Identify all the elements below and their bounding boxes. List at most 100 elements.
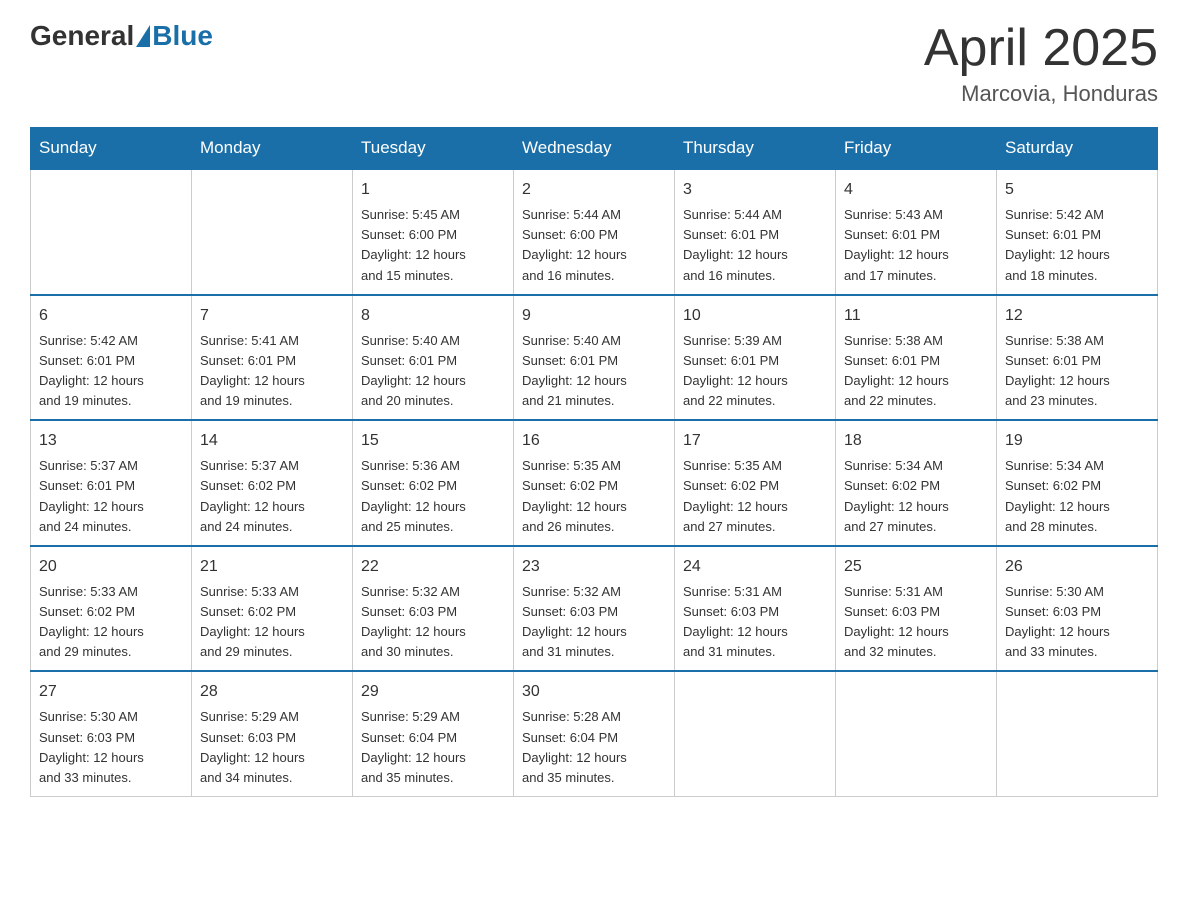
day-number: 22: [361, 555, 505, 579]
day-number: 25: [844, 555, 988, 579]
day-info: Sunrise: 5:35 AM Sunset: 6:02 PM Dayligh…: [522, 456, 666, 537]
header-saturday: Saturday: [997, 128, 1158, 170]
calendar-cell: [192, 169, 353, 295]
day-number: 14: [200, 429, 344, 453]
day-number: 29: [361, 680, 505, 704]
day-info: Sunrise: 5:32 AM Sunset: 6:03 PM Dayligh…: [522, 582, 666, 663]
calendar-cell: 11Sunrise: 5:38 AM Sunset: 6:01 PM Dayli…: [836, 295, 997, 421]
day-number: 9: [522, 304, 666, 328]
calendar-cell: 18 Sunrise: 5:34 AM Sunset: 6:02 PM Dayli…: [836, 420, 997, 546]
calendar-cell: 10Sunrise: 5:39 AM Sunset: 6:01 PM Dayli…: [675, 295, 836, 421]
day-number: 10: [683, 304, 827, 328]
header-monday: Monday: [192, 128, 353, 170]
day-info: Sunrise: 5:33 AM Sunset: 6:02 PM Dayligh…: [39, 582, 183, 663]
calendar-cell: [997, 671, 1158, 796]
calendar-cell: [675, 671, 836, 796]
page-header: General Blue April 2025 Marcovia, Hondur…: [30, 20, 1158, 107]
day-number: 12: [1005, 304, 1149, 328]
calendar-cell: 28 Sunrise: 5:29 AM Sunset: 6:03 PM Dayli…: [192, 671, 353, 796]
day-number: 30: [522, 680, 666, 704]
day-info: Sunrise: 5:34 AM Sunset: 6:02 PM Dayligh…: [1005, 456, 1149, 537]
day-info: Sunrise: 5:31 AM Sunset: 6:03 PM Dayligh…: [844, 582, 988, 663]
calendar-cell: 20 Sunrise: 5:33 AM Sunset: 6:02 PM Dayli…: [31, 546, 192, 672]
logo: General Blue: [30, 20, 213, 52]
day-info: Sunrise: 5:45 AM Sunset: 6:00 PM Dayligh…: [361, 205, 505, 286]
day-info: Sunrise: 5:38 AM Sunset: 6:01 PM Dayligh…: [844, 331, 988, 412]
calendar-cell: 12Sunrise: 5:38 AM Sunset: 6:01 PM Dayli…: [997, 295, 1158, 421]
week-row-3: 13 Sunrise: 5:37 AM Sunset: 6:01 PM Dayli…: [31, 420, 1158, 546]
day-info: Sunrise: 5:29 AM Sunset: 6:04 PM Dayligh…: [361, 707, 505, 788]
header-wednesday: Wednesday: [514, 128, 675, 170]
day-info: Sunrise: 5:43 AM Sunset: 6:01 PM Dayligh…: [844, 205, 988, 286]
calendar-cell: 27 Sunrise: 5:30 AM Sunset: 6:03 PM Dayli…: [31, 671, 192, 796]
day-info: Sunrise: 5:37 AM Sunset: 6:02 PM Dayligh…: [200, 456, 344, 537]
day-number: 3: [683, 178, 827, 202]
day-number: 16: [522, 429, 666, 453]
calendar-cell: 25 Sunrise: 5:31 AM Sunset: 6:03 PM Dayli…: [836, 546, 997, 672]
calendar-cell: 8Sunrise: 5:40 AM Sunset: 6:01 PM Daylig…: [353, 295, 514, 421]
week-row-2: 6 Sunrise: 5:42 AM Sunset: 6:01 PM Daylig…: [31, 295, 1158, 421]
day-number: 13: [39, 429, 183, 453]
calendar-cell: 14 Sunrise: 5:37 AM Sunset: 6:02 PM Dayli…: [192, 420, 353, 546]
day-info: Sunrise: 5:41 AM Sunset: 6:01 PM Dayligh…: [200, 331, 344, 412]
calendar-cell: 19 Sunrise: 5:34 AM Sunset: 6:02 PM Dayli…: [997, 420, 1158, 546]
week-row-1: 1 Sunrise: 5:45 AM Sunset: 6:00 PM Daylig…: [31, 169, 1158, 295]
calendar-cell: 9 Sunrise: 5:40 AM Sunset: 6:01 PM Daylig…: [514, 295, 675, 421]
day-number: 28: [200, 680, 344, 704]
day-number: 19: [1005, 429, 1149, 453]
week-row-5: 27 Sunrise: 5:30 AM Sunset: 6:03 PM Dayli…: [31, 671, 1158, 796]
day-info: Sunrise: 5:31 AM Sunset: 6:03 PM Dayligh…: [683, 582, 827, 663]
day-number: 7: [200, 304, 344, 328]
week-row-4: 20 Sunrise: 5:33 AM Sunset: 6:02 PM Dayli…: [31, 546, 1158, 672]
day-number: 23: [522, 555, 666, 579]
day-number: 18: [844, 429, 988, 453]
header-sunday: Sunday: [31, 128, 192, 170]
day-info: Sunrise: 5:28 AM Sunset: 6:04 PM Dayligh…: [522, 707, 666, 788]
day-number: 4: [844, 178, 988, 202]
calendar-cell: 30 Sunrise: 5:28 AM Sunset: 6:04 PM Dayli…: [514, 671, 675, 796]
calendar-cell: [31, 169, 192, 295]
day-number: 17: [683, 429, 827, 453]
day-info: Sunrise: 5:30 AM Sunset: 6:03 PM Dayligh…: [39, 707, 183, 788]
title-area: April 2025 Marcovia, Honduras: [924, 20, 1158, 107]
logo-triangle-icon: [136, 25, 150, 47]
calendar-cell: 6 Sunrise: 5:42 AM Sunset: 6:01 PM Daylig…: [31, 295, 192, 421]
day-info: Sunrise: 5:37 AM Sunset: 6:01 PM Dayligh…: [39, 456, 183, 537]
calendar-cell: 2 Sunrise: 5:44 AM Sunset: 6:00 PM Daylig…: [514, 169, 675, 295]
day-info: Sunrise: 5:36 AM Sunset: 6:02 PM Dayligh…: [361, 456, 505, 537]
day-info: Sunrise: 5:30 AM Sunset: 6:03 PM Dayligh…: [1005, 582, 1149, 663]
day-number: 1: [361, 178, 505, 202]
day-info: Sunrise: 5:44 AM Sunset: 6:00 PM Dayligh…: [522, 205, 666, 286]
day-number: 20: [39, 555, 183, 579]
calendar-subtitle: Marcovia, Honduras: [924, 81, 1158, 107]
calendar-cell: 23 Sunrise: 5:32 AM Sunset: 6:03 PM Dayli…: [514, 546, 675, 672]
day-info: Sunrise: 5:29 AM Sunset: 6:03 PM Dayligh…: [200, 707, 344, 788]
day-info: Sunrise: 5:35 AM Sunset: 6:02 PM Dayligh…: [683, 456, 827, 537]
day-number: 24: [683, 555, 827, 579]
day-number: 27: [39, 680, 183, 704]
calendar-cell: 15 Sunrise: 5:36 AM Sunset: 6:02 PM Dayli…: [353, 420, 514, 546]
day-info: Sunrise: 5:34 AM Sunset: 6:02 PM Dayligh…: [844, 456, 988, 537]
day-number: 2: [522, 178, 666, 202]
logo-area: General Blue: [30, 20, 213, 52]
day-number: 8: [361, 304, 505, 328]
calendar-header-row: SundayMondayTuesdayWednesdayThursdayFrid…: [31, 128, 1158, 170]
header-thursday: Thursday: [675, 128, 836, 170]
calendar-cell: 26Sunrise: 5:30 AM Sunset: 6:03 PM Dayli…: [997, 546, 1158, 672]
calendar-cell: 16 Sunrise: 5:35 AM Sunset: 6:02 PM Dayli…: [514, 420, 675, 546]
day-number: 6: [39, 304, 183, 328]
calendar-cell: 17 Sunrise: 5:35 AM Sunset: 6:02 PM Dayli…: [675, 420, 836, 546]
header-tuesday: Tuesday: [353, 128, 514, 170]
calendar-cell: 3 Sunrise: 5:44 AM Sunset: 6:01 PM Daylig…: [675, 169, 836, 295]
header-friday: Friday: [836, 128, 997, 170]
calendar-title: April 2025: [924, 20, 1158, 77]
day-info: Sunrise: 5:44 AM Sunset: 6:01 PM Dayligh…: [683, 205, 827, 286]
day-info: Sunrise: 5:32 AM Sunset: 6:03 PM Dayligh…: [361, 582, 505, 663]
day-info: Sunrise: 5:40 AM Sunset: 6:01 PM Dayligh…: [522, 331, 666, 412]
day-info: Sunrise: 5:33 AM Sunset: 6:02 PM Dayligh…: [200, 582, 344, 663]
calendar-table: SundayMondayTuesdayWednesdayThursdayFrid…: [30, 127, 1158, 797]
day-info: Sunrise: 5:42 AM Sunset: 6:01 PM Dayligh…: [39, 331, 183, 412]
calendar-cell: 5Sunrise: 5:42 AM Sunset: 6:01 PM Daylig…: [997, 169, 1158, 295]
day-info: Sunrise: 5:42 AM Sunset: 6:01 PM Dayligh…: [1005, 205, 1149, 286]
day-number: 15: [361, 429, 505, 453]
